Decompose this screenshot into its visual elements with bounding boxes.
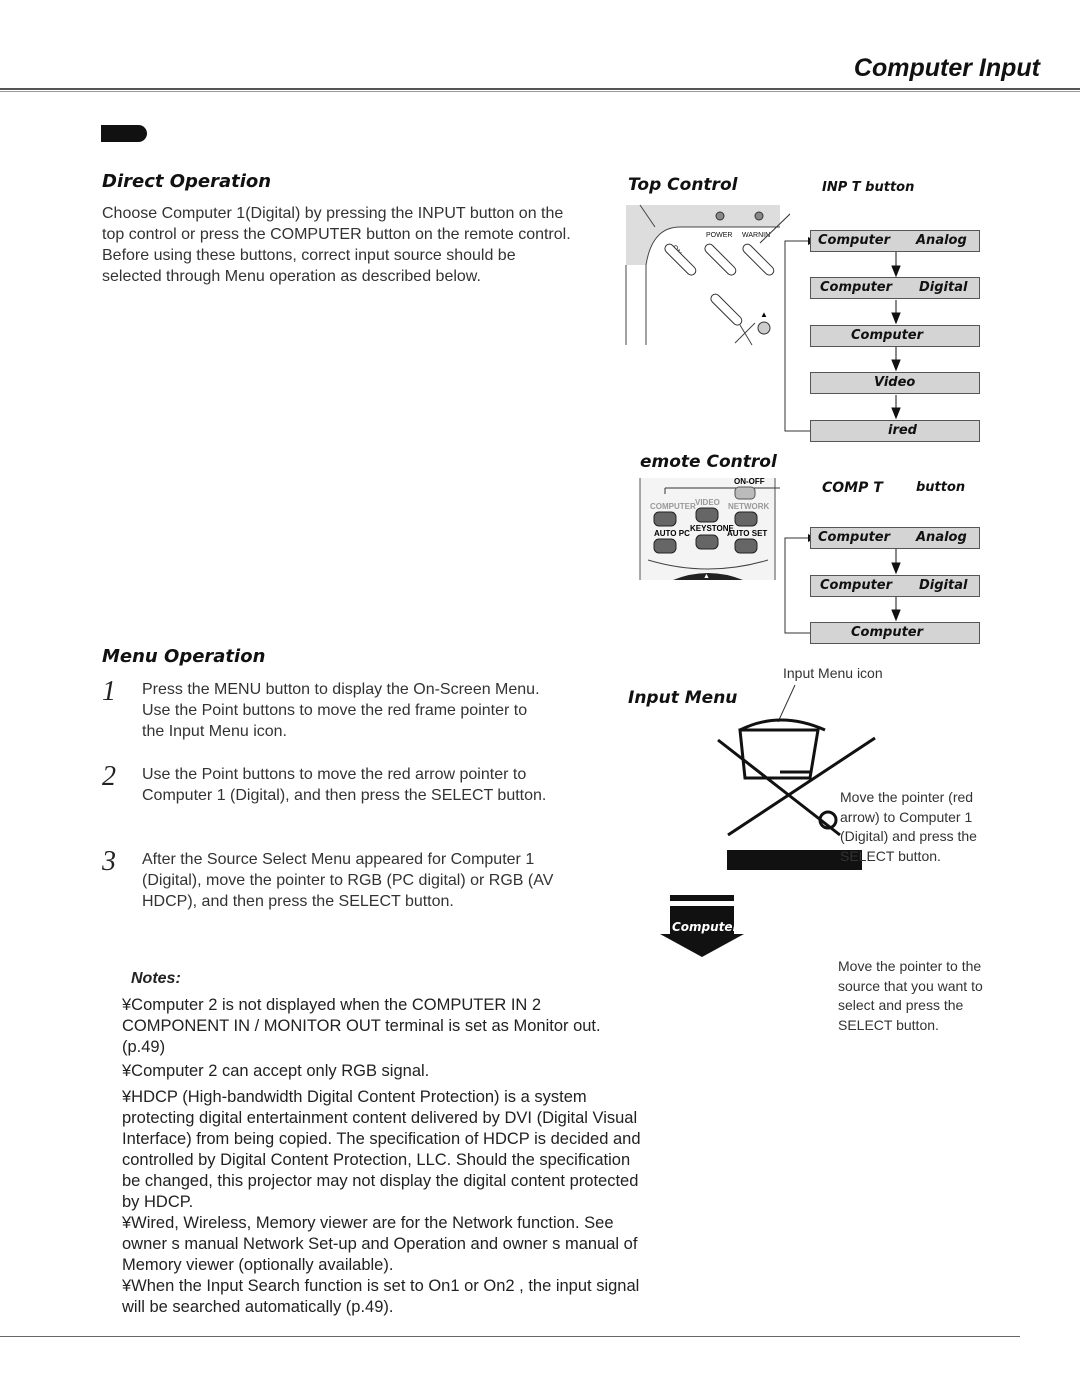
note-item: ¥When the Input Search function is set t… [122,1277,640,1316]
step-text: Use the Point buttons to move the red ar… [142,766,547,804]
point-up-button[interactable] [757,321,771,335]
flow-wired: ired [810,420,980,442]
notes-list: ¥Computer 2 is not displayed when the CO… [122,995,647,1318]
flow-computer: Computer [810,622,980,644]
notes-heading: Notes: [131,970,181,987]
video-button[interactable] [695,507,719,523]
note-item: ¥Wired, Wireless, Memory viewer are for … [122,1214,638,1274]
footer-rule [0,1336,1020,1337]
header-rule [0,88,1080,90]
computer-button[interactable] [653,511,677,527]
top-flow-arrows [891,252,901,420]
remote-flow-arrows [891,549,901,622]
remote-control-illustration: ON-OFF COMPUTER VIDEO NETWORK AUTO PC KE… [639,478,780,580]
keystone-button[interactable] [695,534,719,550]
note-item: ¥Computer 2 is not displayed when the CO… [122,996,601,1056]
menu-operation-heading: Menu Operation [102,646,266,667]
header-rule-thin [0,91,1080,92]
on-off-button[interactable] [663,242,698,277]
computer-arrow-label: Computer [672,920,739,934]
power-label: POWER [706,232,732,239]
input-button[interactable] [741,242,776,277]
flow-computer-analog: Computer Analog [810,527,980,549]
svg-text:▲: ▲ [703,573,710,580]
video-label: VIDEO [695,498,720,507]
top-control-illustration: POWER WARNIN ON - OFF ▲ [625,204,790,346]
direct-p2: Before using these buttons, correct inpu… [102,247,516,285]
direct-operation-heading: Direct Operation [102,171,272,192]
flow-computer-analog: Computer Analog [810,230,980,252]
on-off-label: ON-OFF [734,478,765,486]
remote-control-heading: emote Control [640,452,777,472]
computer-label: COMPUTER [650,502,696,511]
direct-operation-text: Choose Computer 1(Digital) by pressing t… [102,203,572,287]
input-button-callout: INP T button [822,180,915,195]
select-button[interactable] [709,292,744,327]
auto-set-label: AUTO SET [727,529,767,538]
step-text: Press the MENU button to display the On-… [142,681,540,740]
step-number: 2 [102,761,116,792]
network-label: NETWORK [728,502,770,511]
note-item: ¥Computer 2 can accept only RGB signal. [122,1062,430,1080]
auto-set-button[interactable] [734,538,758,554]
auto-pc-button[interactable] [653,538,677,554]
direct-p1: Choose Computer 1(Digital) by pressing t… [102,205,571,243]
svg-text:▲: ▲ [760,310,768,319]
move-pointer-caption: Move the pointer (red arrow) to Computer… [840,789,977,864]
step-text: After the Source Select Menu appeared fo… [142,851,554,910]
top-control-heading: Top Control [628,175,738,195]
network-button[interactable] [734,511,758,527]
computer-button-callout: COMP Tbutton [822,480,966,496]
menu-button[interactable] [703,242,738,277]
manual-page: Computer Input Direct Operation Choose C… [0,0,1080,1397]
section-marker [101,125,147,142]
auto-pc-label: AUTO PC [654,529,690,538]
page-title: Computer Input [853,54,1040,82]
on-off-button[interactable] [734,486,756,500]
note-item: ¥HDCP (High-bandwidth Digital Content Pr… [122,1088,641,1211]
source-select-caption: Move the pointer to the source that you … [838,958,983,1033]
step-number: 1 [102,676,116,707]
step-number: 3 [102,846,116,877]
